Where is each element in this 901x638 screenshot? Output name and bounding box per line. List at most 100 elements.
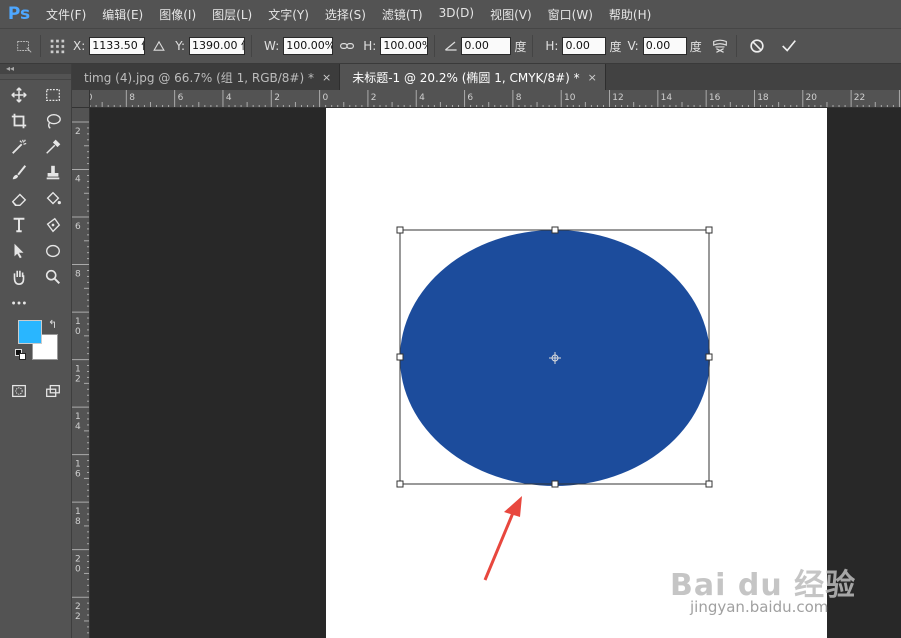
x-position-input[interactable]: 1133.50 像 [89,37,146,55]
delta-icon[interactable] [149,36,169,56]
ruler-label: 2 [274,93,280,103]
swap-colors-icon[interactable]: ↰ [48,318,57,331]
ruler-label: 2 [75,127,81,137]
stamp-tool-icon[interactable] [36,160,70,186]
w-label: W: [264,39,280,53]
menu-item[interactable]: 滤镜(T) [374,6,431,23]
ruler-label: 12 [612,93,623,103]
ruler-label: 4 [75,175,81,185]
ruler-label: 0 [75,565,81,575]
menu-item[interactable]: 文件(F) [38,6,94,23]
transform-handle-tl[interactable] [396,226,404,234]
more-tools-icon[interactable] [2,290,36,316]
menu-item[interactable]: 帮助(H) [601,6,659,23]
ruler-label: 2 [75,602,81,612]
ruler-label: 10 [564,93,576,103]
canvas-overlay [396,226,713,581]
brush-tool-icon[interactable] [2,160,36,186]
transform-handle-br[interactable] [705,480,713,488]
close-icon[interactable]: × [588,71,597,84]
ruler-label: 8 [75,270,81,280]
default-colors-icon[interactable] [15,349,27,361]
eraser-tool-icon[interactable] [2,186,36,212]
width-input[interactable]: 100.00% [283,37,334,55]
paint-bucket-icon[interactable] [36,186,70,212]
marquee-tool-icon[interactable] [36,82,70,108]
transform-handle-ml[interactable] [396,353,404,361]
zoom-tool-icon[interactable] [36,264,70,290]
tab-timg[interactable]: timg (4).jpg @ 66.7% (组 1, RGB/8#) * × [72,64,341,90]
ruler-label: 2 [75,612,81,622]
ruler-label: 6 [75,222,81,232]
ruler-label: 18 [757,93,769,103]
ruler-label: 6 [75,470,81,480]
ruler-label: 22 [854,93,865,103]
tab-untitled-1[interactable]: 未标题-1 @ 20.2% (椭圆 1, CMYK/8#) * × [340,64,606,90]
horizontal-ruler[interactable]: 1086420246810121416182022 [72,90,901,108]
hand-tool-icon[interactable] [2,264,36,290]
transform-handle-tr[interactable] [705,226,713,234]
screen-mode-icon[interactable] [36,380,70,402]
document-tabs: timg (4).jpg @ 66.7% (组 1, RGB/8#) * × 未… [72,64,901,90]
menu-item[interactable]: 编辑(E) [94,6,151,23]
crop-tool-icon[interactable] [2,108,36,134]
v-skew-unit: 度 [689,39,702,54]
rotation-angle-input[interactable]: 0.00 [461,37,512,55]
cancel-transform-icon[interactable] [747,36,767,56]
transform-tool-icon[interactable] [14,36,34,56]
ruler-label: 8 [129,93,135,103]
ruler-label: 1 [75,365,81,375]
angle-icon [441,36,461,56]
foreground-color-swatch[interactable] [18,320,42,344]
h-skew-input[interactable]: 0.00 [562,37,607,55]
ruler-label: 20 [806,93,818,103]
canvas-workspace[interactable] [90,108,901,638]
menu-bar: Ps 文件(F) 编辑(E) 图像(I) 图层(L) 文字(Y) 选择(S) 滤镜(T) 3D… [0,0,901,28]
y-position-input[interactable]: 1390.00 像 [189,37,246,55]
menu-item[interactable]: 文字(Y) [260,6,317,23]
close-icon[interactable]: × [322,71,331,84]
type-tool-icon[interactable] [2,212,36,238]
transform-handle-tc[interactable] [551,226,559,234]
h-skew-unit: 度 [609,39,622,54]
v-skew-input[interactable]: 0.00 [642,37,687,55]
height-input[interactable]: 100.00% [380,37,429,55]
move-tool-icon[interactable] [2,82,36,108]
path-selection-icon[interactable] [2,238,36,264]
ruler-label: 14 [661,93,673,103]
ruler-label: 2 [75,555,81,565]
annotation-arrow [483,496,522,581]
quick-mask-icon[interactable] [2,380,36,402]
vertical-ruler[interactable]: 246810121416182022 [72,108,90,638]
ruler-label: 0 [323,93,329,103]
magic-wand-icon[interactable] [2,134,36,160]
lasso-tool-icon[interactable] [36,108,70,134]
ruler-label: 4 [226,93,232,103]
warp-mode-icon[interactable] [710,36,730,56]
menu-item[interactable]: 窗口(W) [540,6,601,23]
panel-collapse-icon[interactable]: ◂◂ [0,64,71,74]
pen-tool-icon[interactable] [36,212,70,238]
commit-transform-icon[interactable] [779,36,799,56]
eyedropper-tool-icon[interactable] [36,134,70,160]
menu-item[interactable]: 选择(S) [317,6,374,23]
ruler-label: 1 [75,317,81,327]
menu-item[interactable]: 图层(L) [204,6,260,23]
link-icon[interactable] [337,36,357,56]
ruler-label: 8 [75,517,81,527]
angle-unit: 度 [514,39,527,54]
ellipse-tool-icon[interactable] [36,238,70,264]
y-label: Y: [175,39,186,53]
transform-handle-bl[interactable] [396,480,404,488]
ruler-label: 16 [709,93,721,103]
menu-item[interactable]: 视图(V) [482,6,540,23]
ruler-origin[interactable] [72,90,90,108]
reference-point-icon[interactable] [47,36,67,56]
transform-handle-bc[interactable] [551,480,559,488]
ruler-label: 1 [75,460,81,470]
menu-item[interactable]: 3D(D) [431,6,482,23]
v-skew-label: V: [627,39,639,53]
menu-item[interactable]: 图像(I) [151,6,204,23]
ruler-label: 2 [371,93,377,103]
transform-handle-mr[interactable] [705,353,713,361]
